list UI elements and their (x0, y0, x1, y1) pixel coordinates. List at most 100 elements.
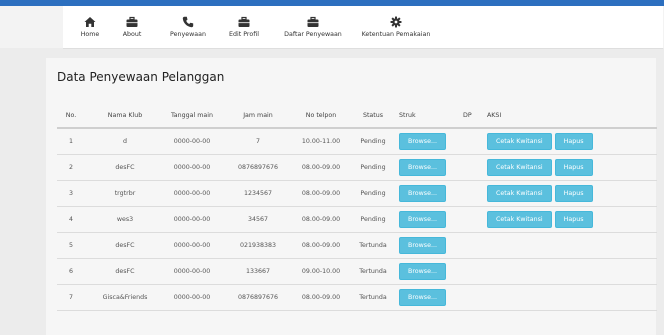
cell-no: 1 (68, 138, 73, 145)
cell-aksi (487, 233, 657, 258)
page-title: Data Penyewaan Pelanggan (57, 70, 225, 84)
nav-item-daftar-penyewaan[interactable]: Daftar Penyewaan (278, 6, 348, 48)
cell-nama-klub: desFC (115, 242, 135, 249)
cetak-kwitansi-button[interactable]: Cetak Kwitansi (487, 133, 552, 150)
table-row: 7 Gisca&Friends 0000-00-00 0876897676 08.00-… (57, 285, 657, 311)
cell-struk: Browse... (399, 259, 455, 284)
cell-dp (463, 155, 481, 180)
briefcase-icon (126, 16, 138, 27)
cell-status: Pending (360, 164, 386, 171)
cell-no-telpon: 08.00-09.00 (301, 242, 341, 249)
briefcase-icon (307, 16, 319, 27)
column-header-aksi: AKSI (487, 112, 502, 119)
nav-item-home[interactable]: Home (73, 6, 107, 48)
briefcase-icon (238, 16, 250, 27)
cell-jam-main: 7 (255, 138, 260, 145)
cell-no: 3 (68, 190, 73, 197)
nav-item-edit-profil[interactable]: Edit Profil (224, 6, 264, 48)
cell-dp (463, 259, 481, 284)
nav-item-label: About (122, 31, 142, 38)
rental-table: No. Nama Klub Tanggal main Jam main No t… (57, 104, 657, 311)
cell-no-telpon: 08.00-09.00 (301, 164, 341, 171)
cell-status: Tertunda (359, 268, 387, 275)
cell-tanggal-main: 0000-00-00 (173, 138, 211, 145)
cell-no: 4 (68, 216, 73, 223)
cell-no: 2 (68, 164, 73, 171)
cetak-kwitansi-button[interactable]: Cetak Kwitansi (487, 159, 552, 176)
cell-no-telpon: 09.00-10.00 (301, 268, 341, 275)
column-header-nama-klub: Nama Klub (107, 112, 143, 119)
cell-no: 5 (68, 242, 73, 249)
cell-jam-main: 1234567 (243, 190, 273, 197)
table-header-row: No. Nama Klub Tanggal main Jam main No t… (57, 104, 657, 129)
cell-struk: Browse... (399, 155, 455, 180)
cell-dp (463, 181, 481, 206)
cell-no: 6 (68, 268, 73, 275)
cell-dp (463, 207, 481, 232)
cell-status: Tertunda (359, 294, 387, 301)
browse-button[interactable]: Browse... (399, 263, 446, 280)
column-header-struk: Struk (399, 112, 416, 119)
nav-item-ketentuan-pemakaian[interactable]: Ketentuan Pemakaian (356, 6, 436, 48)
browse-button[interactable]: Browse... (399, 289, 446, 306)
nav-item-about[interactable]: About (115, 6, 149, 48)
browse-button[interactable]: Browse... (399, 211, 446, 228)
cell-nama-klub: desFC (115, 268, 135, 275)
cell-aksi: Cetak Kwitansi Hapus (487, 129, 657, 154)
cell-status: Pending (360, 190, 386, 197)
cell-aksi (487, 285, 657, 310)
cell-no: 7 (68, 294, 73, 301)
column-header-jam-main: Jam main (243, 112, 273, 119)
cell-struk: Browse... (399, 285, 455, 310)
hapus-button[interactable]: Hapus (554, 159, 593, 176)
cell-nama-klub: trgtrbr (114, 190, 136, 197)
cell-tanggal-main: 0000-00-00 (173, 268, 211, 275)
hapus-button[interactable]: Hapus (554, 185, 593, 202)
table-row: 1 d 0000-00-00 7 10.00-11.00 Pending Browse...… (57, 129, 657, 155)
cell-tanggal-main: 0000-00-00 (173, 242, 211, 249)
cell-struk: Browse... (399, 207, 455, 232)
cell-no-telpon: 08.00-09.00 (301, 216, 341, 223)
cell-status: Tertunda (359, 242, 387, 249)
column-header-tanggal-main: Tanggal main (171, 112, 213, 119)
cell-status: Pending (360, 216, 386, 223)
cell-tanggal-main: 0000-00-00 (173, 216, 211, 223)
cell-no-telpon: 08.00-09.00 (301, 294, 341, 301)
cell-struk: Browse... (399, 181, 455, 206)
cell-tanggal-main: 0000-00-00 (173, 294, 211, 301)
cell-nama-klub: desFC (115, 164, 135, 171)
hapus-button[interactable]: Hapus (554, 211, 593, 228)
cell-nama-klub: Gisca&Friends (102, 294, 148, 301)
cell-jam-main: 133667 (245, 268, 271, 275)
cell-status: Pending (360, 138, 386, 145)
cell-jam-main: 0876897676 (237, 164, 279, 171)
phone-icon (182, 16, 194, 28)
browse-button[interactable]: Browse... (399, 133, 446, 150)
home-icon (84, 17, 96, 27)
table-row: 6 desFC 0000-00-00 133667 09.00-10.00 Tertund… (57, 259, 657, 285)
cetak-kwitansi-button[interactable]: Cetak Kwitansi (487, 185, 552, 202)
cell-struk: Browse... (399, 233, 455, 258)
main-navbar: Home About Penyewaan Edit Profil Daftar … (63, 6, 663, 49)
browse-button[interactable]: Browse... (399, 159, 446, 176)
hapus-button[interactable]: Hapus (554, 133, 593, 150)
nav-item-penyewaan[interactable]: Penyewaan (166, 6, 210, 48)
cell-aksi (487, 259, 657, 284)
gear-icon (390, 16, 402, 28)
cell-nama-klub: d (123, 138, 127, 145)
nav-item-label: Ketentuan Pemakaian (361, 31, 431, 38)
nav-item-label: Penyewaan (170, 31, 206, 38)
browse-button[interactable]: Browse... (399, 185, 446, 202)
table-row: 2 desFC 0000-00-00 0876897676 08.00-09.00 Pen… (57, 155, 657, 181)
cell-jam-main: 021938383 (239, 242, 277, 249)
browse-button[interactable]: Browse... (399, 237, 446, 254)
cetak-kwitansi-button[interactable]: Cetak Kwitansi (487, 211, 552, 228)
cell-jam-main: 0876897676 (237, 294, 279, 301)
column-header-no: No. (65, 112, 77, 119)
cell-aksi: Cetak Kwitansi Hapus (487, 181, 657, 206)
cell-no-telpon: 10.00-11.00 (301, 138, 341, 145)
table-row: 4 wes3 0000-00-00 34567 08.00-09.00 Pending Br… (57, 207, 657, 233)
cell-no-telpon: 08.00-09.00 (301, 190, 341, 197)
cell-dp (463, 285, 481, 310)
nav-item-label: Edit Profil (229, 31, 259, 38)
